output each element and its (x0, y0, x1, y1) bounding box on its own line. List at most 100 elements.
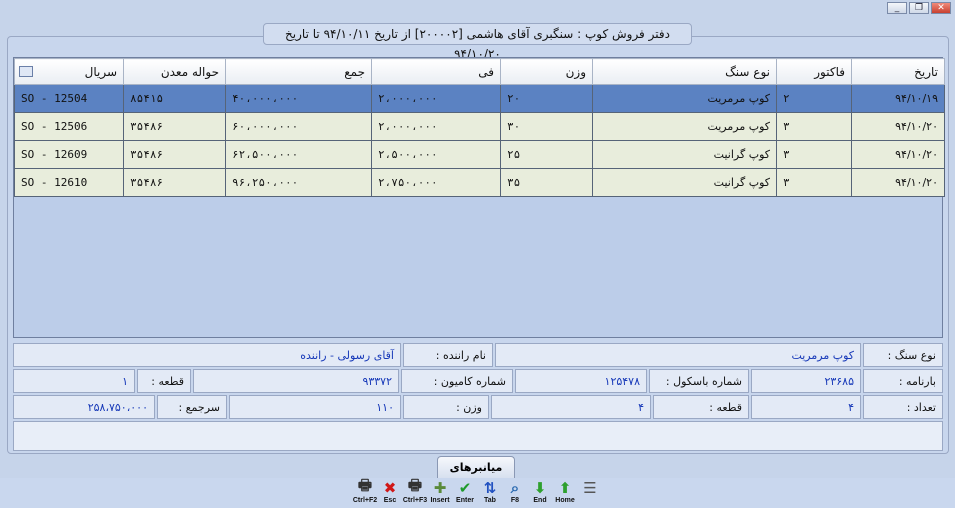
tab-button[interactable]: ⇅ Tab (479, 478, 501, 508)
printer-icon: 🖶 (407, 476, 423, 494)
cell-date: ۹۴/۱۰/۱۹ (851, 84, 945, 113)
toolbar-label: Ctrl+F2 (352, 497, 378, 504)
cell-weight: ۳۰ (500, 112, 593, 141)
weight-value[interactable]: ۱۱۰ (229, 395, 401, 419)
details-row-3: تعداد : ۴ قطعه : ۴ وزن : ۱۱۰ سرجمع : ۲۵۸… (13, 395, 943, 419)
report-title: دفتر فروش کوپ : سنگبری آقای هاشمی [۲۰۰۰۰… (263, 23, 692, 61)
count-value[interactable]: ۴ (751, 395, 861, 419)
table-header: تاریخ فاکتور نوع سنگ وزن فی جمع حواله مع… (14, 58, 945, 85)
restore-button[interactable]: ❐ (909, 2, 929, 14)
cell-invoice: ۲ (776, 84, 852, 113)
cell-weight: ۳۵ (500, 168, 593, 197)
grand-total-label: سرجمع : (157, 395, 227, 419)
toolbar-label: Insert (430, 497, 450, 504)
close-button[interactable]: ✕ (931, 2, 951, 14)
cell-invoice: ۳ (776, 112, 852, 141)
home-button[interactable]: ⬆ Home (554, 478, 576, 508)
cell-serial: SO - 12506 (14, 112, 124, 141)
cell-mine: ۸۵۴۱۵ (123, 84, 226, 113)
cell-invoice: ۳ (776, 140, 852, 169)
col-stone-header[interactable]: نوع سنگ (592, 58, 777, 85)
tab-local-shortcuts[interactable]: میانبرهای محلی (437, 456, 515, 496)
end-button[interactable]: ⬇ End (529, 478, 551, 508)
cell-price: ۲،۷۵۰،۰۰۰ (371, 168, 501, 197)
sales-grid[interactable]: تاریخ فاکتور نوع سنگ وزن فی جمع حواله مع… (13, 57, 945, 338)
cell-total: ۶۲،۵۰۰،۰۰۰ (225, 140, 372, 169)
piece-label-2: قطعه : (653, 395, 749, 419)
col-total-header[interactable]: جمع (225, 58, 372, 85)
cell-total: ۹۶،۲۵۰،۰۰۰ (225, 168, 372, 197)
check-icon: ✔ (458, 478, 472, 497)
enter-button[interactable]: ✔ Enter (454, 478, 476, 508)
toolbar-label: Tab (484, 497, 496, 504)
details-row-1: نوع سنگ : کوپ مرمریت نام راننده : آقای ر… (13, 343, 943, 367)
cell-date: ۹۴/۱۰/۲۰ (851, 140, 945, 169)
col-date-header[interactable]: تاریخ (851, 58, 945, 85)
col-serial-label: سریال (84, 64, 117, 79)
grand-total-value[interactable]: ۲۵۸،۷۵۰،۰۰۰ (13, 395, 155, 419)
close-x-icon: ✖ (383, 478, 397, 497)
cell-serial: SO - 12609 (14, 140, 124, 169)
minimize-button[interactable]: _ (887, 2, 907, 14)
details-row-2: بارنامه : ۲۳۶۸۵ شماره باسکول : ۱۲۵۴۷۸ شم… (13, 369, 943, 393)
toolbar-label: F8 (510, 497, 520, 504)
cell-weight: ۲۵ (500, 140, 593, 169)
cell-date: ۹۴/۱۰/۲۰ (851, 112, 945, 141)
scale-value[interactable]: ۱۲۵۴۷۸ (515, 369, 647, 393)
shortcut-toolbar: 🖶 Ctrl+F2 ✖ Esc 🖶 Ctrl+F3 ✚ Insert ✔ Enter ⇅ Tab ⌕ F8… (0, 476, 955, 508)
cell-date: ۹۴/۱۰/۲۰ (851, 168, 945, 197)
list-button[interactable]: ☰ (579, 478, 601, 508)
cell-invoice: ۳ (776, 168, 852, 197)
cell-price: ۲،۰۰۰،۰۰۰ (371, 84, 501, 113)
window-controls: _ ❐ ✕ (887, 2, 951, 14)
truck-value[interactable]: ۹۳۳۷۲ (193, 369, 399, 393)
table-row[interactable]: ۹۴/۱۰/۲۰ ۳ کوپ گرانیت ۲۵ ۲،۵۰۰،۰۰۰ ۶۲،۵۰۰،۰۰۰… (14, 140, 945, 169)
arrow-up-icon: ⬆ (558, 478, 572, 497)
col-price-header[interactable]: فی (371, 58, 501, 85)
cell-mine: ۳۵۴۸۶ (123, 140, 226, 169)
stone-type-label: نوع سنگ : (863, 343, 943, 367)
insert-icon: ✚ (433, 478, 447, 497)
cell-stone: کوپ گرانیت (592, 168, 777, 197)
waybill-value[interactable]: ۲۳۶۸۵ (751, 369, 861, 393)
count-label: تعداد : (863, 395, 943, 419)
col-weight-header[interactable]: وزن (500, 58, 593, 85)
piece-label-1: قطعه : (137, 369, 191, 393)
weight-label: وزن : (403, 395, 489, 419)
stone-type-value[interactable]: کوپ مرمریت (495, 343, 861, 367)
insert-button[interactable]: ✚ Insert (429, 478, 451, 508)
cell-total: ۶۰،۰۰۰،۰۰۰ (225, 112, 372, 141)
f8-button[interactable]: ⌕ F8 (504, 478, 526, 508)
cell-serial: SO - 12610 (14, 168, 124, 197)
cell-mine: ۳۵۴۸۶ (123, 168, 226, 197)
truck-label: شماره کامیون : (401, 369, 513, 393)
cell-total: ۴۰،۰۰۰،۰۰۰ (225, 84, 372, 113)
table-row[interactable]: ۹۴/۱۰/۲۰ ۳ کوپ گرانیت ۳۵ ۲،۷۵۰،۰۰۰ ۹۶،۲۵۰،۰۰۰… (14, 168, 945, 197)
driver-label: نام راننده : (403, 343, 493, 367)
driver-value[interactable]: آقای رسولی - راننده (13, 343, 401, 367)
toolbar-label: Ctrl+F3 (402, 497, 428, 504)
piece-value-2[interactable]: ۴ (491, 395, 651, 419)
print-ctrlf3-button[interactable]: 🖶 Ctrl+F3 (402, 476, 428, 508)
print-ctrlf2-button[interactable]: 🖶 Ctrl+F2 (352, 476, 378, 508)
col-serial-header[interactable]: سریال (14, 58, 124, 85)
table-row[interactable]: ۹۴/۱۰/۱۹ ۲ کوپ مرمریت ۲۰ ۲،۰۰۰،۰۰۰ ۴۰،۰۰۰،۰۰۰… (14, 84, 945, 113)
cell-price: ۲،۵۰۰،۰۰۰ (371, 140, 501, 169)
arrow-down-icon: ⬇ (533, 478, 547, 497)
table-row[interactable]: ۹۴/۱۰/۲۰ ۳ کوپ مرمریت ۳۰ ۲،۰۰۰،۰۰۰ ۶۰،۰۰۰،۰۰۰… (14, 112, 945, 141)
list-icon: ☰ (583, 478, 597, 497)
printer-icon: 🖶 (357, 476, 373, 494)
cell-stone: کوپ گرانیت (592, 140, 777, 169)
sort-az-icon: ⇅ (483, 478, 497, 497)
esc-button[interactable]: ✖ Esc (379, 478, 401, 508)
notes-area (13, 421, 943, 451)
cell-price: ۲،۰۰۰،۰۰۰ (371, 112, 501, 141)
column-chooser-icon[interactable] (19, 66, 33, 77)
cell-stone: کوپ مرمریت (592, 112, 777, 141)
col-invoice-header[interactable]: فاکتور (776, 58, 852, 85)
toolbar-label: End (533, 497, 547, 504)
col-mine-header[interactable]: حواله معدن (123, 58, 226, 85)
cell-mine: ۳۵۴۸۶ (123, 112, 226, 141)
piece-value-1[interactable]: ۱ (13, 369, 135, 393)
toolbar-label: Enter (456, 497, 474, 504)
